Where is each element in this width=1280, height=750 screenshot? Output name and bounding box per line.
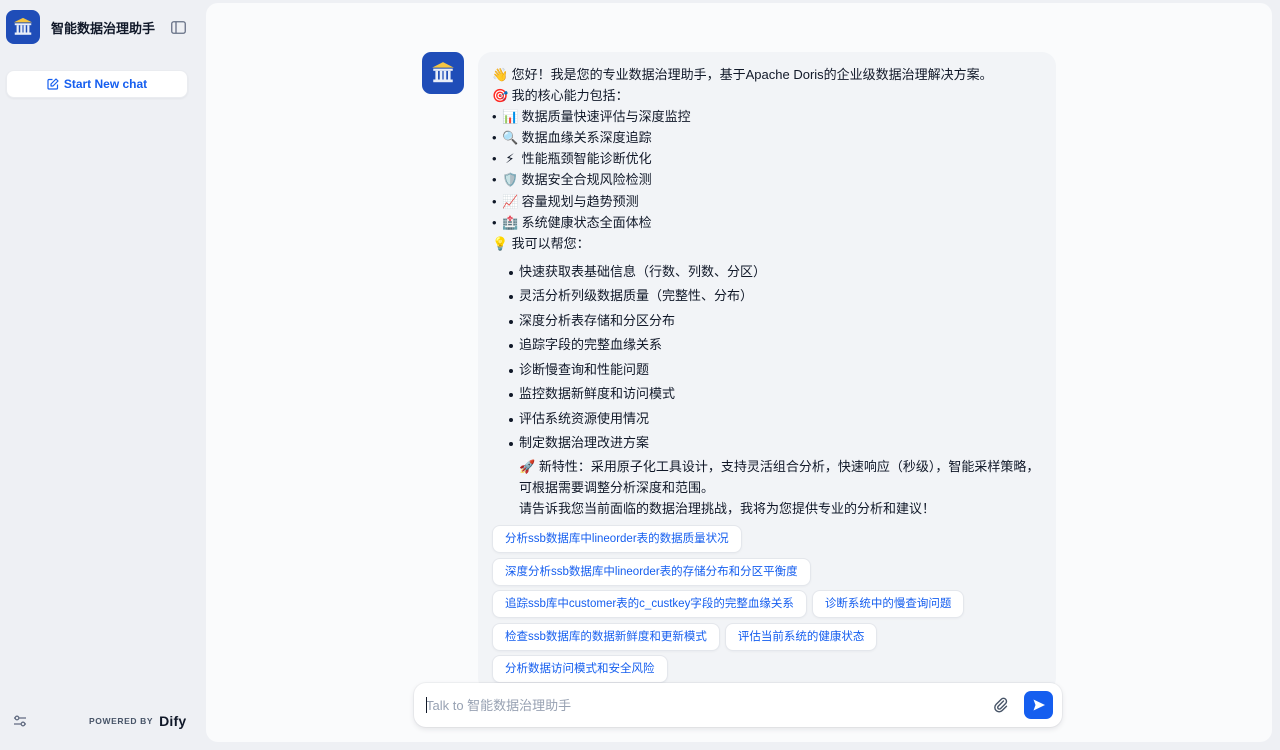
suggested-question-button[interactable]: 诊断系统中的慢查询问题 bbox=[811, 590, 965, 618]
feature-text: 新特性：采用原子化工具设计，支持灵活组合分析，快速响应（秒级），智能采样策略，可… bbox=[519, 458, 1040, 495]
core-item: • 🔍 数据血缘关系深度追踪 bbox=[492, 127, 1042, 148]
core-item-text: 系统健康状态全面体检 bbox=[521, 214, 652, 230]
list-item: 监控数据新鲜度和访问模式 bbox=[492, 382, 1042, 407]
app-avatar bbox=[6, 10, 40, 44]
suggested-question-button[interactable]: 检查ssb数据库的数据新鲜度和更新模式 bbox=[492, 622, 720, 651]
powered-by-label: POWERED BY bbox=[89, 716, 154, 726]
wave-icon: 👋 bbox=[492, 67, 509, 82]
list-item: 快速获取表基础信息（行数、列数、分区） bbox=[492, 260, 1042, 285]
museum-icon bbox=[13, 17, 33, 35]
text-caret bbox=[426, 697, 427, 713]
hospital-icon: 🏥 bbox=[502, 214, 519, 230]
paperclip-icon bbox=[994, 697, 1008, 713]
sidebar: 智能数据治理助手 Start New chat POWERED BY Dify bbox=[0, 0, 206, 750]
bar-chart-icon: 📊 bbox=[502, 109, 519, 125]
suggested-question-button[interactable]: 评估当前系统的健康状态 bbox=[724, 622, 878, 651]
trend-chart-icon: 📈 bbox=[502, 193, 519, 209]
edit-icon bbox=[47, 78, 59, 90]
lightning-icon: ⚡ bbox=[505, 151, 515, 167]
core-item: • 🛡️ 数据安全合规风险检测 bbox=[492, 169, 1042, 190]
list-item: 深度分析表存储和分区分布 bbox=[492, 309, 1042, 334]
greeting-text: 您好！我是您的专业数据治理助手，基于Apache Doris的企业级数据治理解决… bbox=[511, 67, 993, 82]
core-item: • 📊 数据质量快速评估与深度监控 bbox=[492, 106, 1042, 127]
feature-paragraph: 🚀 新特性：采用原子化工具设计，支持灵活组合分析，快速响应（秒级），智能采样策略… bbox=[519, 456, 1042, 498]
core-heading-line: 🎯 我的核心能力包括： bbox=[492, 85, 1042, 106]
core-item: • ⚡ 性能瓶颈智能诊断优化 bbox=[492, 148, 1042, 169]
chat-panel: 👋 您好！我是您的专业数据治理助手，基于Apache Doris的企业级数据治理… bbox=[206, 3, 1272, 742]
list-item: 诊断慢查询和性能问题 bbox=[492, 358, 1042, 383]
help-heading: 我可以帮您： bbox=[511, 235, 590, 251]
help-list: 快速获取表基础信息（行数、列数、分区） 灵活分析列级数据质量（完整性、分布） 深… bbox=[492, 260, 1042, 456]
greeting-line: 👋 您好！我是您的专业数据治理助手，基于Apache Doris的企业级数据治理… bbox=[492, 64, 1042, 85]
sidebar-header: 智能数据治理助手 bbox=[6, 10, 202, 44]
sliders-icon bbox=[14, 715, 26, 727]
list-item: 制定数据治理改进方案 bbox=[492, 431, 1042, 456]
dify-logo: Dify bbox=[159, 713, 187, 729]
start-new-chat-label: Start New chat bbox=[63, 77, 148, 91]
start-new-chat-button[interactable]: Start New chat bbox=[6, 70, 188, 98]
powered-by: POWERED BY Dify bbox=[89, 712, 186, 730]
magnifier-icon: 🔍 bbox=[502, 130, 519, 146]
list-item: 追踪字段的完整血缘关系 bbox=[492, 333, 1042, 358]
suggested-questions: 分析ssb数据库中lineorder表的数据质量状况 深度分析ssb数据库中li… bbox=[492, 525, 1052, 688]
app-root: 智能数据治理助手 Start New chat POWERED BY Dify … bbox=[0, 0, 1280, 750]
closing-text: 请告诉我您当前面临的数据治理挑战，我将为您提供专业的分析和建议！ bbox=[519, 500, 936, 516]
target-icon: 🎯 bbox=[492, 88, 509, 104]
app-title: 智能数据治理助手 bbox=[51, 20, 156, 36]
museum-icon bbox=[432, 62, 454, 83]
core-heading: 我的核心能力包括： bbox=[511, 88, 629, 104]
chat-input[interactable] bbox=[426, 693, 966, 717]
suggested-question-button[interactable]: 追踪ssb库中customer表的c_custkey字段的完整血缘关系 bbox=[492, 590, 807, 618]
collapse-sidebar-button[interactable] bbox=[170, 19, 186, 35]
sidebar-toggle-icon bbox=[170, 20, 186, 34]
core-item-text: 数据安全合规风险检测 bbox=[521, 172, 652, 188]
list-item: 灵活分析列级数据质量（完整性、分布） bbox=[492, 284, 1042, 309]
help-heading-line: 💡 我可以帮您： bbox=[492, 233, 1042, 254]
core-item-text: 数据质量快速评估与深度监控 bbox=[521, 109, 691, 125]
rocket-icon: 🚀 bbox=[519, 458, 536, 474]
suggested-question-button[interactable]: 分析ssb数据库中lineorder表的数据质量状况 bbox=[492, 525, 742, 553]
suggested-question-button[interactable]: 深度分析ssb数据库中lineorder表的存储分布和分区平衡度 bbox=[492, 557, 811, 586]
core-item-text: 数据血缘关系深度追踪 bbox=[521, 130, 652, 146]
settings-button[interactable] bbox=[12, 713, 28, 729]
core-item-text: 容量规划与趋势预测 bbox=[521, 193, 639, 209]
bot-message: 👋 您好！我是您的专业数据治理助手，基于Apache Doris的企业级数据治理… bbox=[478, 52, 1056, 692]
bot-avatar bbox=[422, 52, 464, 94]
core-item-text: 性能瓶颈智能诊断优化 bbox=[521, 151, 652, 167]
core-item: • 📈 容量规划与趋势预测 bbox=[492, 191, 1042, 212]
send-button[interactable] bbox=[1024, 691, 1053, 719]
feature-block: 🚀 新特性：采用原子化工具设计，支持灵活组合分析，快速响应（秒级），智能采样策略… bbox=[492, 456, 1042, 519]
send-icon bbox=[1033, 699, 1045, 711]
shield-icon: 🛡️ bbox=[502, 172, 519, 188]
suggested-question-button[interactable]: 分析数据访问模式和安全风险 bbox=[492, 655, 668, 683]
chat-composer bbox=[414, 683, 1062, 727]
core-item: • 🏥 系统健康状态全面体检 bbox=[492, 212, 1042, 233]
lightbulb-icon: 💡 bbox=[492, 235, 509, 251]
attach-file-button[interactable] bbox=[992, 696, 1010, 714]
list-item: 评估系统资源使用情况 bbox=[492, 407, 1042, 432]
